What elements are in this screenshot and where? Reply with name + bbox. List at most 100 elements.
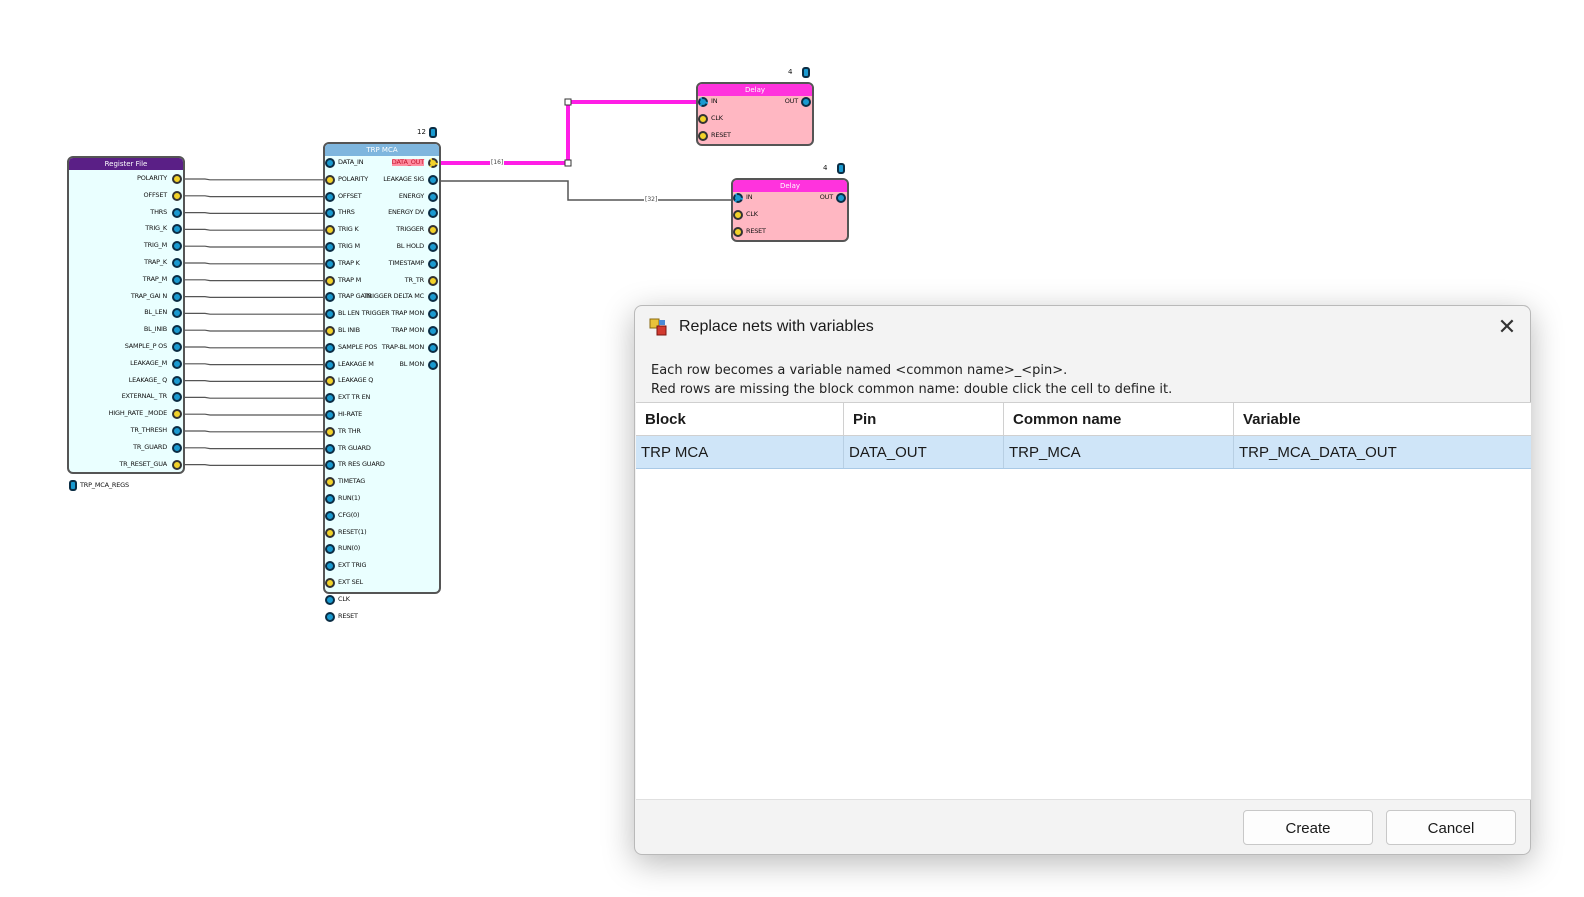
delay-out-pin[interactable] xyxy=(836,193,846,203)
cell-pin[interactable]: DATA_OUT xyxy=(844,436,1004,468)
cancel-button[interactable]: Cancel xyxy=(1386,810,1516,845)
delay-pin[interactable] xyxy=(698,97,708,107)
mca-input-pin[interactable] xyxy=(325,359,335,370)
mca-output-pin[interactable] xyxy=(428,275,438,286)
register-pin[interactable] xyxy=(172,291,182,302)
mca-output-pin[interactable] xyxy=(428,342,438,353)
net-wire[interactable] xyxy=(183,312,324,315)
delay-pin[interactable] xyxy=(733,193,743,203)
cell-block[interactable]: TRP MCA xyxy=(636,436,844,468)
mca-input-pin[interactable] xyxy=(325,158,335,168)
register-pin-label: HIGH_RATE _MODE xyxy=(108,409,168,418)
leakage-net[interactable] xyxy=(440,180,735,201)
mca-input-label: HI-RATE xyxy=(338,410,363,418)
net-wire[interactable] xyxy=(183,430,324,433)
net-wire[interactable] xyxy=(183,363,324,366)
register-pin-label: TR_GUARD xyxy=(133,442,167,451)
register-pin[interactable] xyxy=(172,442,182,453)
mca-input-pin[interactable] xyxy=(325,410,335,420)
mca-input-pin[interactable] xyxy=(325,174,335,185)
mca-input-pin[interactable] xyxy=(325,594,335,605)
delay-timer-icon xyxy=(802,67,810,78)
register-pin-label: SAMPLE_P OS xyxy=(124,342,167,350)
delay-out-pin[interactable] xyxy=(801,97,811,107)
mca-input-label: TR GUARD xyxy=(338,443,371,452)
mca-output-pin[interactable] xyxy=(428,242,438,252)
register-pin[interactable] xyxy=(172,258,182,268)
net-wire[interactable] xyxy=(183,262,324,265)
register-pin[interactable] xyxy=(172,358,182,369)
wire-junction[interactable] xyxy=(564,159,572,167)
column-header-variable[interactable]: Variable xyxy=(1234,403,1531,435)
register-pin[interactable] xyxy=(172,190,182,201)
mca-input-label: EXT TRIG xyxy=(338,561,367,570)
mca-output-pin[interactable] xyxy=(428,258,438,269)
net-wire[interactable] xyxy=(183,380,324,382)
register-pin-label: OFFSET xyxy=(143,190,168,199)
delay-pin[interactable] xyxy=(733,210,743,220)
register-pin[interactable] xyxy=(172,375,182,386)
register-file-block[interactable]: Register File xyxy=(67,156,185,474)
mca-input-pin[interactable] xyxy=(325,326,335,336)
net-wire[interactable] xyxy=(183,212,324,214)
net-wire[interactable] xyxy=(183,464,324,466)
mca-input-pin[interactable] xyxy=(325,494,335,504)
mca-input-pin[interactable] xyxy=(325,242,335,252)
mca-output-pin[interactable] xyxy=(428,326,438,336)
delay-pin[interactable] xyxy=(698,131,708,141)
net-wire[interactable] xyxy=(183,178,324,181)
cell-variable[interactable]: TRP_MCA_DATA_OUT xyxy=(1234,436,1531,468)
register-pin[interactable] xyxy=(172,274,182,285)
net-wire[interactable] xyxy=(183,413,324,416)
net-wire[interactable] xyxy=(183,396,324,399)
net-wire[interactable] xyxy=(183,228,324,231)
mca-input-label: RUN(1) xyxy=(338,494,361,502)
register-pin-label: TR_RESET_GUA xyxy=(119,459,167,468)
net-wire[interactable] xyxy=(183,296,324,298)
table-row[interactable]: TRP MCA DATA_OUT TRP_MCA TRP_MCA_DATA_OU… xyxy=(636,436,1531,469)
dialog-titlebar[interactable]: Replace nets with variables ✕ xyxy=(635,306,1530,348)
register-pin[interactable] xyxy=(172,459,182,470)
mca-output-label: DATA_OUT xyxy=(391,158,424,166)
net-wire[interactable] xyxy=(183,329,324,332)
mca-input-pin[interactable] xyxy=(325,258,335,269)
mca-output-pin[interactable] xyxy=(428,158,438,168)
mca-input-pin[interactable] xyxy=(325,426,335,437)
mca-input-pin[interactable] xyxy=(325,443,335,454)
mca-input-pin[interactable] xyxy=(325,578,335,588)
description-line-2: Red rows are missing the block common na… xyxy=(651,382,1173,397)
mca-input-pin[interactable] xyxy=(325,527,335,538)
mca-input-pin[interactable] xyxy=(325,342,335,353)
net-wire[interactable] xyxy=(183,279,324,282)
mca-output-label: TRIGGER TRAP MON xyxy=(361,309,424,318)
register-pin-label: TRAP_M xyxy=(142,274,167,283)
close-icon[interactable]: ✕ xyxy=(1494,314,1520,340)
mca-input-pin[interactable] xyxy=(325,510,335,521)
net-wire[interactable] xyxy=(183,195,324,198)
mca-input-label: BL INIB xyxy=(338,326,360,334)
net-wire[interactable] xyxy=(183,346,324,349)
column-header-pin[interactable]: Pin xyxy=(844,403,1004,435)
delay-pin[interactable] xyxy=(733,227,743,237)
register-pin[interactable] xyxy=(172,174,182,184)
net-wire[interactable] xyxy=(183,447,324,450)
register-pin[interactable] xyxy=(172,342,182,352)
create-button[interactable]: Create xyxy=(1243,810,1373,845)
delay-pin[interactable] xyxy=(698,114,708,124)
data-out-net[interactable] xyxy=(440,100,700,165)
mca-input-pin[interactable] xyxy=(325,191,335,202)
register-pin[interactable] xyxy=(172,207,182,218)
register-pin[interactable] xyxy=(172,426,182,436)
delay-pin-label: CLK xyxy=(746,210,758,218)
wire-junction[interactable] xyxy=(564,98,572,106)
cell-common-name[interactable]: TRP_MCA xyxy=(1004,436,1234,468)
mca-instance-count: 12 xyxy=(417,128,426,136)
mca-input-pin[interactable] xyxy=(325,275,335,286)
mca-input-pin[interactable] xyxy=(325,611,335,622)
net-wire[interactable] xyxy=(183,245,324,248)
column-header-common-name[interactable]: Common name xyxy=(1004,403,1234,435)
mca-output-pin[interactable] xyxy=(428,359,438,370)
mca-output-pin[interactable] xyxy=(428,191,438,202)
mca-output-pin[interactable] xyxy=(428,174,438,185)
column-header-block[interactable]: Block xyxy=(636,403,844,435)
